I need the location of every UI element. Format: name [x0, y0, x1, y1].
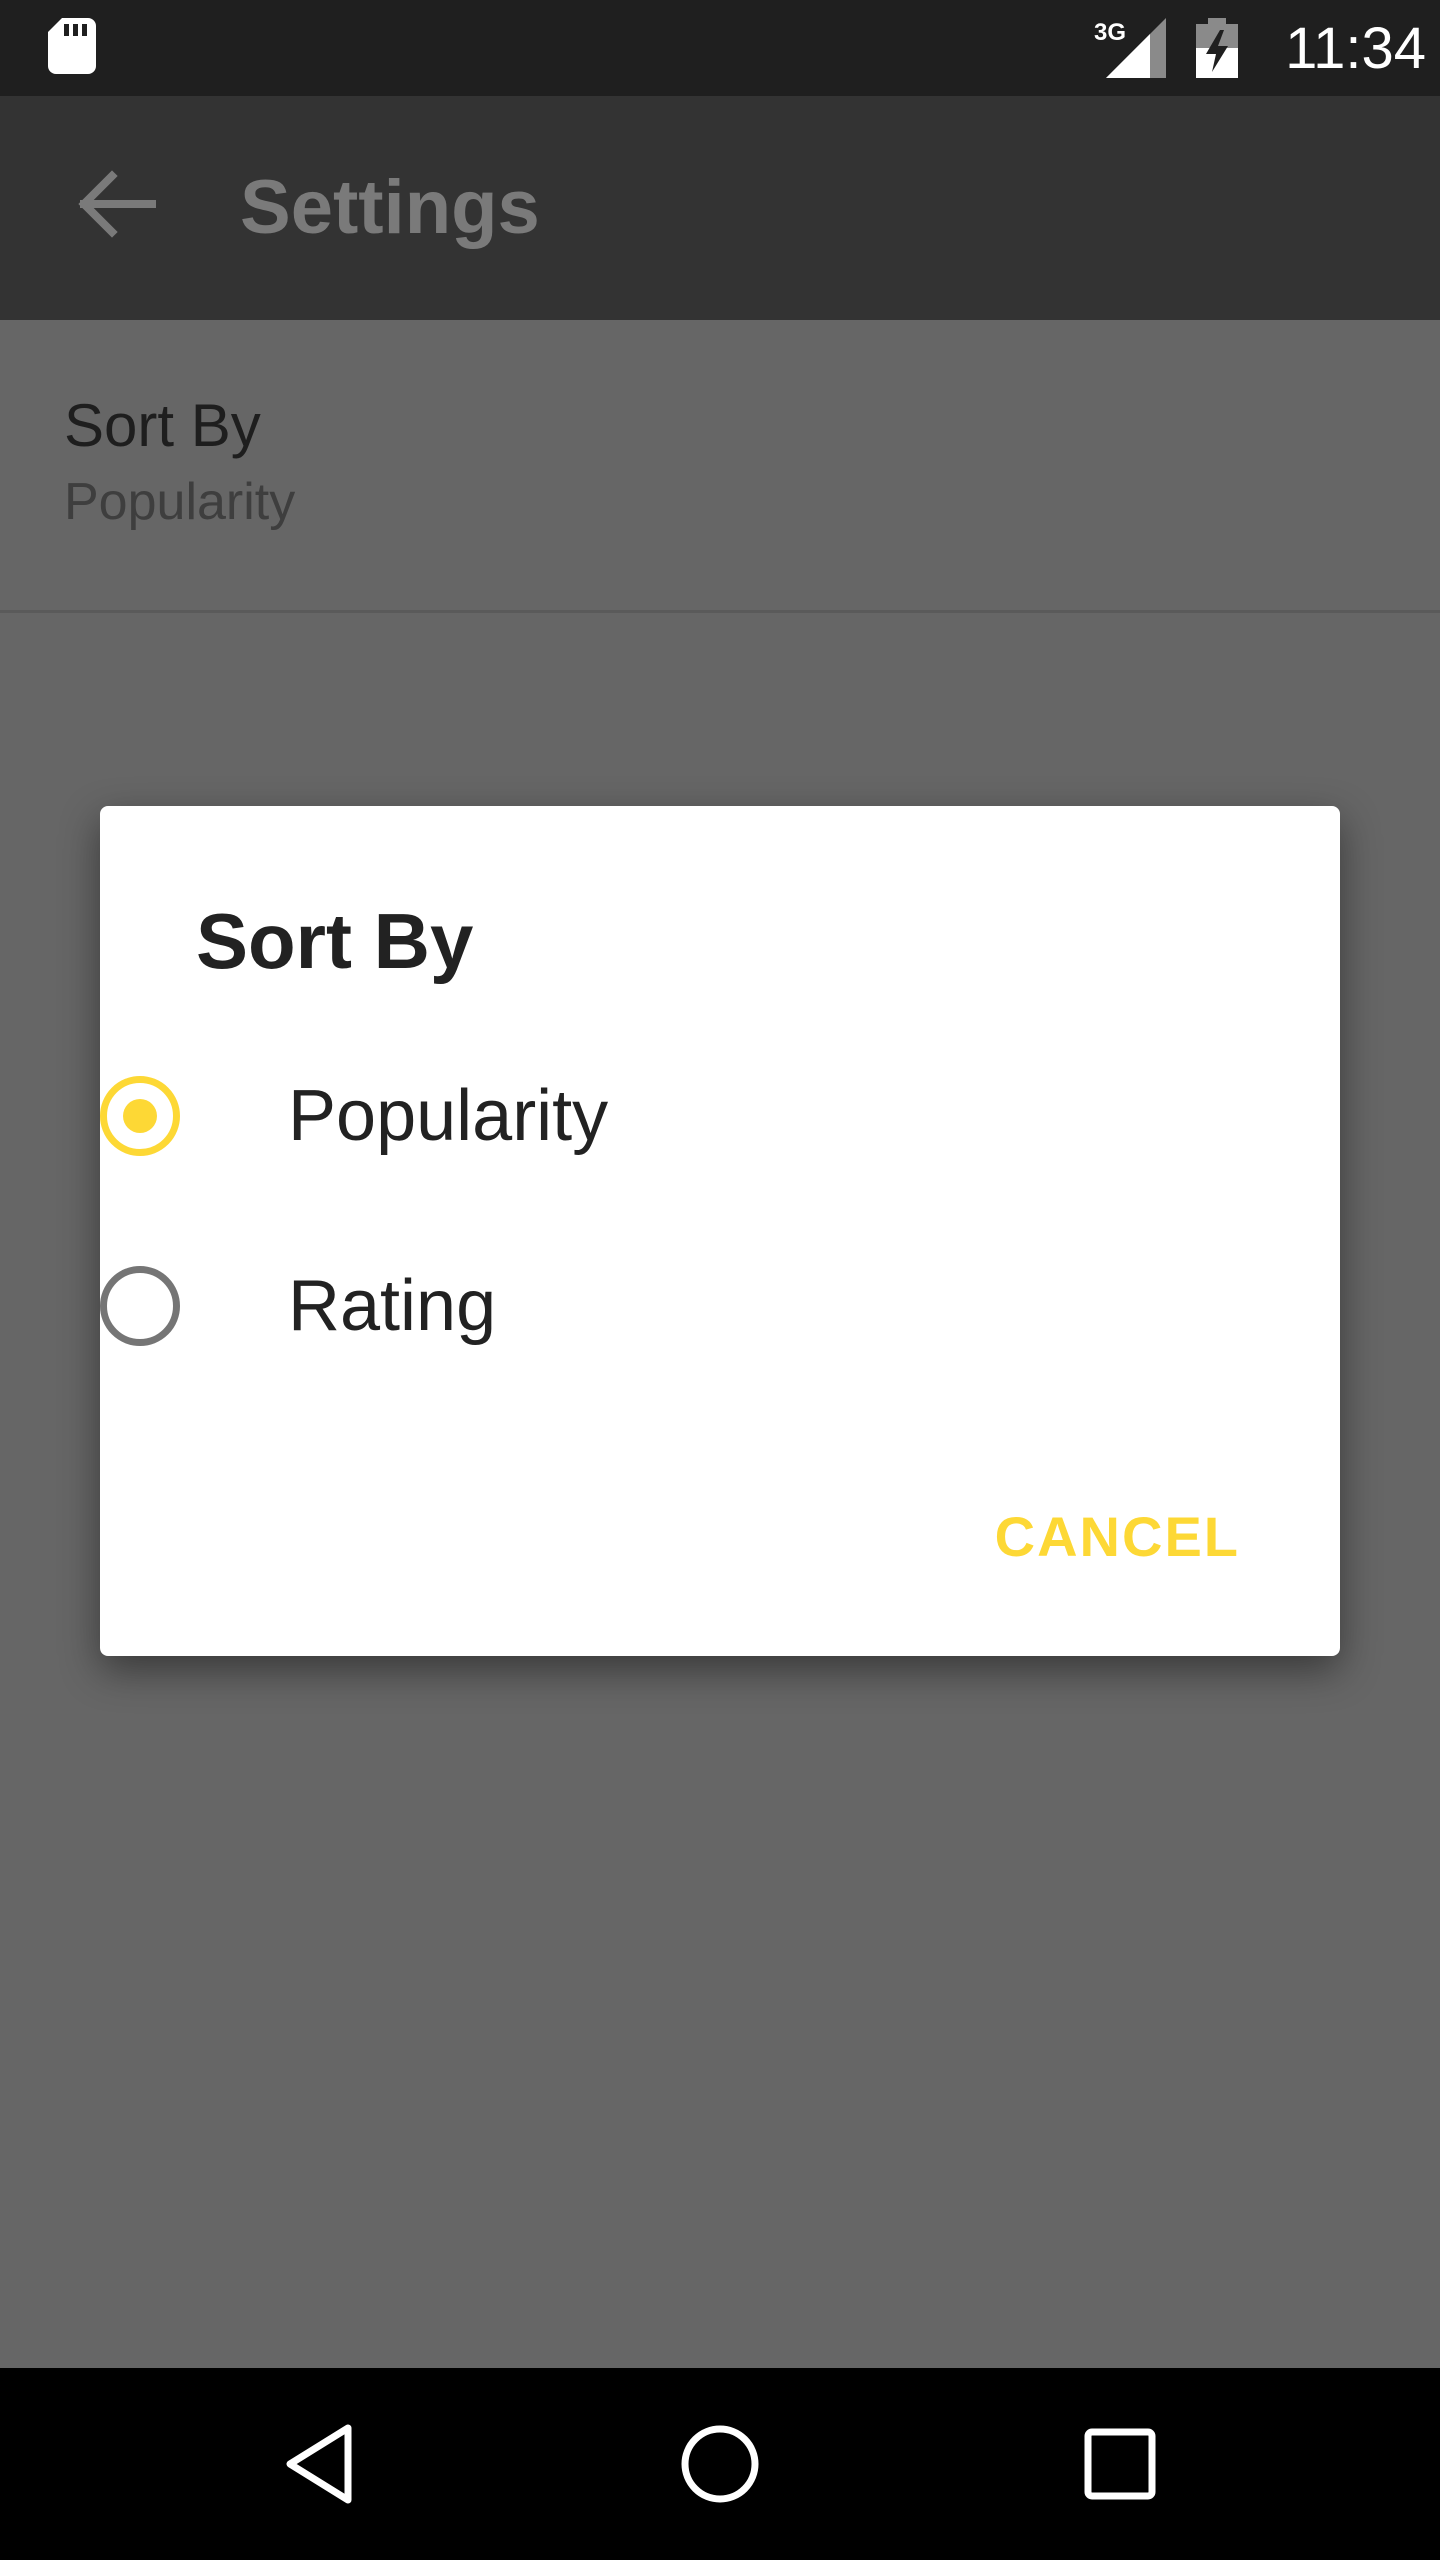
option-label: Rating	[288, 1266, 497, 1346]
radio-checked-icon[interactable]	[100, 1076, 180, 1156]
preference-title: Sort By	[64, 392, 261, 459]
option-rating[interactable]: Rating	[0, 1210, 1240, 1400]
status-time: 11:34	[1285, 16, 1426, 81]
battery-charging-icon	[1196, 18, 1238, 78]
arrow-back-icon[interactable]	[56, 148, 168, 260]
cancel-button[interactable]: CANCEL	[983, 1482, 1252, 1592]
nav-back-icon[interactable]	[260, 2404, 380, 2524]
page-title: Settings	[240, 165, 540, 250]
status-bar: 3G 11:34	[0, 0, 1440, 96]
preference-sort-by[interactable]: Sort By Popularity	[0, 320, 1440, 613]
dialog-title: Sort By	[196, 897, 474, 985]
nav-home-icon[interactable]	[660, 2404, 780, 2524]
radio-unchecked-icon[interactable]	[100, 1266, 180, 1346]
preference-summary: Popularity	[64, 473, 296, 531]
network-type-label: 3G	[1094, 19, 1126, 46]
option-label: Popularity	[288, 1076, 609, 1156]
option-popularity[interactable]: Popularity	[0, 1020, 1240, 1210]
signal-3g-icon: 3G	[1094, 18, 1166, 78]
sd-card-icon	[48, 18, 96, 74]
navigation-bar	[0, 2368, 1440, 2560]
nav-recents-icon[interactable]	[1060, 2404, 1180, 2524]
app-bar: Settings	[0, 96, 1440, 320]
